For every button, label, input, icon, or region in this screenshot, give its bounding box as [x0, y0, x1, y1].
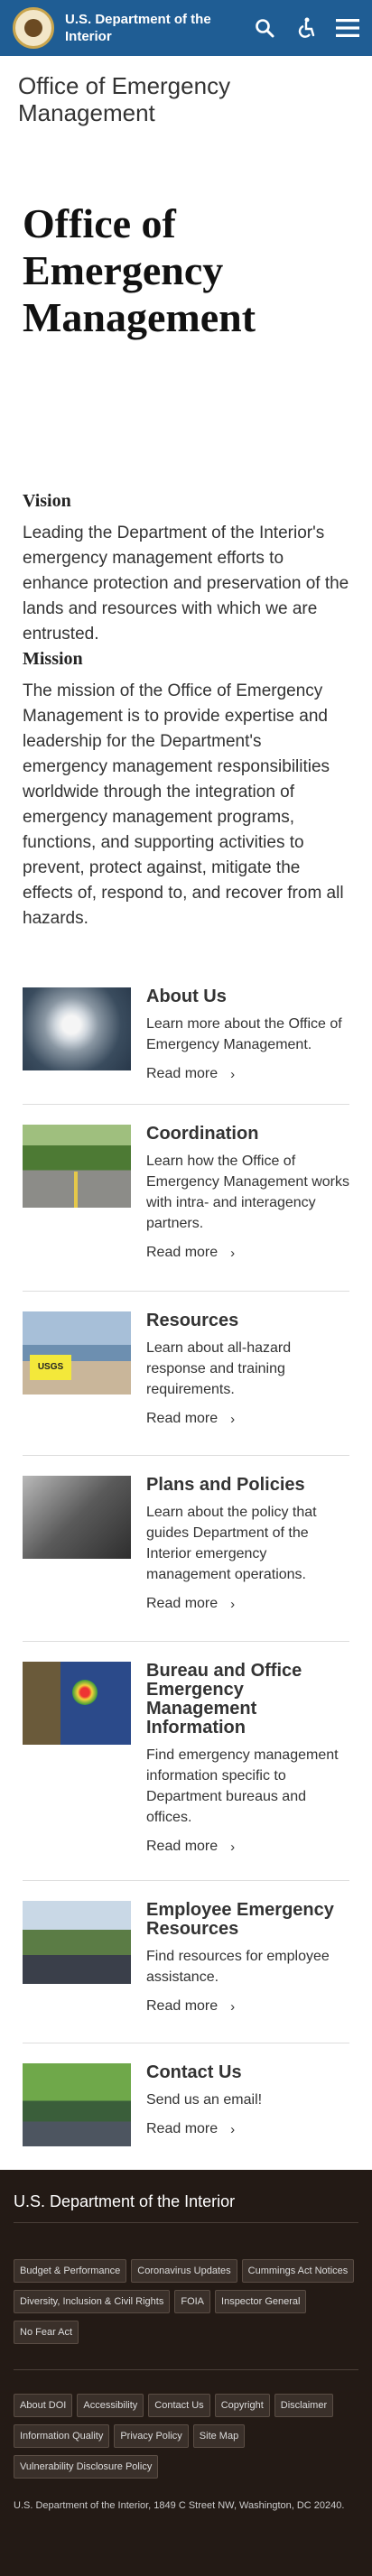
read-more-link[interactable]: Read more › — [146, 1245, 349, 1261]
footer-title[interactable]: U.S. Department of the Interior — [14, 2191, 358, 2223]
card-title[interactable]: Coordination — [146, 1125, 349, 1144]
read-more-link[interactable]: Read more › — [146, 1411, 349, 1427]
weather-briefing-image[interactable] — [23, 1662, 131, 1745]
footer-link[interactable]: Vulnerability Disclosure Policy — [14, 2455, 159, 2479]
footer-link[interactable]: Cummings Act Notices — [241, 2259, 355, 2283]
read-more-link[interactable]: Read more › — [146, 2121, 349, 2137]
footer-divider — [14, 2369, 358, 2370]
chevron-right-icon: › — [230, 1839, 236, 1855]
footer-link[interactable]: Site Map — [192, 2424, 246, 2448]
card-title[interactable]: Plans and Policies — [146, 1476, 349, 1495]
read-more-label[interactable]: Read more — [146, 1245, 218, 1261]
read-more-link[interactable]: Read more › — [146, 1998, 349, 2015]
card-title[interactable]: Bureau and Office Emergency Management I… — [146, 1662, 349, 1737]
card-contact-us: Contact Us Send us an email! Read more › — [23, 2043, 349, 2170]
chevron-right-icon: › — [230, 1998, 236, 2015]
card-employee-resources: Employee Emergency Resources Find resour… — [23, 1881, 349, 2043]
card-description: Learn about the policy that guides Depar… — [146, 1505, 317, 1582]
card-plans-policies: Plans and Policies Learn about the polic… — [23, 1456, 349, 1642]
mission-heading: Mission — [23, 649, 83, 669]
footer-link[interactable]: Disclaimer — [274, 2394, 334, 2417]
footer-link[interactable]: Privacy Policy — [114, 2424, 189, 2448]
site-header: U.S. Department of the Interior — [0, 0, 372, 56]
read-more-link[interactable]: Read more › — [146, 1596, 349, 1612]
footer-link[interactable]: Diversity, Inclusion & Civil Rights — [14, 2290, 171, 2313]
card-description: Learn how the Office of Emergency Manage… — [146, 1154, 349, 1231]
footer-link[interactable]: Accessibility — [77, 2394, 144, 2417]
read-more-label[interactable]: Read more — [146, 1411, 218, 1427]
card-coordination: Coordination Learn how the Office of Eme… — [23, 1105, 349, 1292]
crowd-outdoors-image[interactable] — [23, 2063, 131, 2146]
read-more-label[interactable]: Read more — [146, 1066, 218, 1082]
site-name[interactable]: U.S. Department of the Interior — [65, 11, 237, 45]
card-list: About Us Learn more about the Office of … — [0, 987, 372, 2170]
card-description: Learn more about the Office of Emergency… — [146, 1016, 342, 1052]
vision-text: Leading the Department of the Interior's… — [23, 524, 349, 644]
card-bureau-office: Bureau and Office Emergency Management I… — [23, 1642, 349, 1881]
card-title[interactable]: About Us — [146, 987, 349, 1006]
accessibility-icon[interactable] — [294, 16, 318, 40]
footer-link[interactable]: Budget & Performance — [14, 2259, 127, 2283]
card-description: Learn about all-hazard response and trai… — [146, 1340, 292, 1397]
doi-seal-logo[interactable] — [13, 7, 54, 49]
footer-link[interactable]: Copyright — [214, 2394, 270, 2417]
card-description: Find resources for employee assistance. — [146, 1949, 330, 1985]
read-more-label[interactable]: Read more — [146, 2121, 218, 2137]
footer-link[interactable]: About DOI — [14, 2394, 73, 2417]
helicopter-crew-image[interactable] — [23, 1476, 131, 1559]
read-more-label[interactable]: Read more — [146, 1998, 218, 2015]
footer-link[interactable]: FOIA — [174, 2290, 211, 2313]
footer-address: U.S. Department of the Interior, 1849 C … — [14, 2500, 345, 2511]
card-about-us: About Us Learn more about the Office of … — [23, 987, 349, 1105]
footer-link[interactable]: Information Quality — [14, 2424, 110, 2448]
read-more-label[interactable]: Read more — [146, 1839, 218, 1855]
read-more-link[interactable]: Read more › — [146, 1839, 349, 1855]
footer-link[interactable]: No Fear Act — [14, 2321, 79, 2344]
read-more-link[interactable]: Read more › — [146, 1066, 349, 1082]
footer-link[interactable]: Coronavirus Updates — [131, 2259, 237, 2283]
card-title[interactable]: Resources — [146, 1311, 349, 1330]
mission-text: The mission of the Office of Emergency M… — [23, 681, 344, 928]
read-more-label[interactable]: Read more — [146, 1596, 218, 1612]
footer-links-primary: Budget & Performance Coronavirus Updates… — [14, 2259, 358, 2344]
card-description: Find emergency management information sp… — [146, 1747, 339, 1825]
page-title: Office of Emergency Management — [23, 200, 256, 340]
usgs-responder-image[interactable] — [23, 1311, 131, 1395]
site-footer: U.S. Department of the Interior Budget &… — [0, 2170, 372, 2576]
vision-heading: Vision — [23, 491, 71, 511]
hurricane-image[interactable] — [23, 987, 131, 1070]
employees-meeting-image[interactable] — [23, 1901, 131, 1984]
search-icon[interactable] — [253, 16, 276, 40]
card-title[interactable]: Employee Emergency Resources — [146, 1901, 349, 1939]
footer-links-secondary: About DOI Accessibility Contact Us Copyr… — [14, 2394, 358, 2479]
menu-icon[interactable] — [336, 16, 359, 40]
chevron-right-icon: › — [230, 1066, 236, 1082]
card-description: Send us an email! — [146, 2092, 263, 2108]
chevron-right-icon: › — [230, 1245, 236, 1261]
chevron-right-icon: › — [230, 2121, 236, 2137]
mission-section: Mission The mission of the Office of Eme… — [0, 649, 372, 987]
chevron-right-icon: › — [230, 1411, 236, 1427]
vision-section: Vision Leading the Department of the Int… — [0, 491, 372, 649]
footer-link[interactable]: Contact Us — [148, 2394, 210, 2417]
card-title[interactable]: Contact Us — [146, 2063, 349, 2082]
chevron-right-icon: › — [230, 1596, 236, 1612]
card-resources: Resources Learn about all-hazard respons… — [23, 1292, 349, 1456]
road-crew-image[interactable] — [23, 1125, 131, 1208]
footer-link[interactable]: Inspector General — [215, 2290, 307, 2313]
